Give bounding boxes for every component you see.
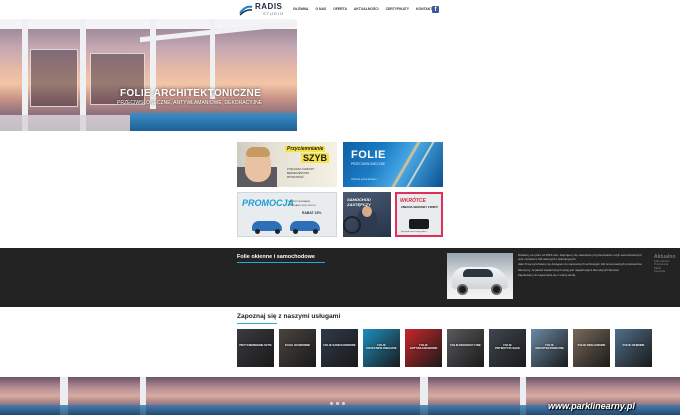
nav-item-news[interactable]: Aktualności: [354, 7, 379, 12]
news-line[interactable]: Promocja: [654, 270, 680, 273]
news-sidebar: Aktualno Folie okienne Przyciemnia Rabat…: [654, 254, 680, 274]
tile-line: Sprawdź nasz nowy adres: [401, 231, 427, 233]
logo[interactable]: RADIS STUDIO: [239, 3, 289, 17]
about-car-image: [447, 253, 513, 299]
car-wheel: [275, 229, 280, 234]
facebook-icon[interactable]: f: [432, 6, 439, 13]
hero-banner: FOLIE ARCHITEKTONICZNE PRZECIWSŁONECZNE,…: [0, 19, 297, 131]
tile-subtitle: ZMIANA SIEDZIBY FIRMY!: [401, 205, 439, 209]
light-streak: [403, 142, 435, 187]
light-streak: [388, 142, 421, 187]
hero-window: [30, 49, 78, 107]
slider-dots: [330, 402, 345, 405]
driver-head: [362, 206, 372, 217]
tile-line: PRYWATNOŚĆ: [287, 176, 304, 179]
service-tile[interactable]: Folie samochodowe: [321, 329, 358, 367]
tile-line: ZYSKUJESZ: KOMFORT: [287, 168, 315, 171]
logo-mark-icon: [239, 5, 253, 16]
service-label: Folie dekoracyjne: [450, 343, 481, 347]
service-label: Przyciemnianie szyb: [239, 343, 272, 347]
hero-title: FOLIE ARCHITEKTONICZNE: [120, 88, 262, 99]
tile-subtitle: PRZECIWSŁONECZNE: [351, 162, 386, 166]
services-title: Zapoznaj się z naszymi usługami: [237, 313, 341, 320]
car-wheel: [491, 284, 502, 295]
tile-heading: FOLIE: [351, 149, 386, 161]
nav-item-offer[interactable]: Oferta: [333, 7, 347, 12]
hero-pool: [130, 113, 297, 131]
service-tile[interactable]: Folie reklamowe: [573, 329, 610, 367]
service-tile[interactable]: Przyciemnianie szyb: [237, 329, 274, 367]
about-paragraph: Działamy na rynku od 2003 roku. Zajmujem…: [518, 253, 642, 261]
logo-sub: STUDIO: [263, 11, 285, 16]
about-paragraph: Zapraszamy do zapoznania się z naszą ofe…: [518, 273, 576, 278]
tile-heading: SZYB: [301, 153, 330, 163]
tile-heading: PROMOCJA: [242, 198, 295, 208]
slider-dot[interactable]: [342, 402, 345, 405]
about-paragraph: Wierzymy, że jakość świadczonych usług j…: [518, 267, 620, 272]
service-tile[interactable]: Folie przeciwsłoneczne: [363, 329, 400, 367]
child-hair: [246, 147, 270, 157]
service-label: Folie reklamowe: [577, 343, 606, 347]
service-label: Folie samochodowe: [323, 343, 356, 347]
title-underline: [237, 262, 325, 263]
watermark: www.parklinearny.pl: [548, 401, 635, 411]
service-label: Folie ochronne: [284, 343, 311, 347]
service-tile[interactable]: Folie antywłamaniowe: [405, 329, 442, 367]
service-label: Folie przeciwsłoneczne: [366, 343, 397, 351]
car-wheel: [457, 284, 468, 295]
promo-tile-sun-films[interactable]: FOLIE PRZECIWSŁONECZNE Ochrona przed sło…: [343, 142, 443, 187]
nav-item-certificates[interactable]: Certyfikaty: [386, 7, 409, 12]
nav-item-home[interactable]: Główna: [293, 7, 308, 12]
promo-tile-promotion[interactable]: PROMOCJA NA PRZYCIEMNIANIE SZYB SAMOCHOD…: [237, 192, 337, 237]
car-wheel: [255, 229, 260, 234]
logo-text: RADIS: [255, 2, 283, 11]
steering-wheel-icon: [343, 216, 361, 234]
nav-item-contact[interactable]: Kontakt: [416, 7, 432, 12]
service-tile[interactable]: Folie architektoniczne: [531, 329, 568, 367]
car-wheel: [293, 229, 298, 234]
about-text: Działamy na rynku od 2003 roku. Zajmujem…: [518, 253, 644, 280]
tile-line: SZYB SAMOCHODOWYCH: [288, 205, 316, 207]
promo-tile-replacement-car[interactable]: SAMOCHÓD ZASTĘPCZY: [343, 192, 391, 237]
service-label: Folie architektoniczne: [535, 343, 564, 351]
car-wheel: [313, 229, 318, 234]
service-label: Folie antywłamaniowe: [409, 343, 438, 351]
main-nav: Główna O nas Oferta Aktualności Certyfik…: [293, 7, 439, 12]
company-logo-box: [409, 219, 429, 229]
about-title: Folie okienne i samochodowe: [237, 254, 315, 260]
slider-dot[interactable]: [336, 402, 339, 405]
page: RADIS STUDIO Główna O nas Oferta Aktualn…: [0, 0, 680, 415]
car-glass: [463, 269, 493, 277]
promo-tile-tinting[interactable]: Przyciemnianie SZYB ZYSKUJESZ: KOMFORT B…: [237, 142, 337, 187]
discount-label: RABAT 15%: [302, 211, 322, 215]
service-label: Folie okienne: [622, 343, 645, 347]
nav-item-about[interactable]: O nas: [315, 7, 326, 12]
site-header: RADIS STUDIO Główna O nas Oferta Aktualn…: [0, 0, 680, 19]
tile-line: BEZPIECZEŃSTWO: [287, 172, 310, 175]
hero-subtitle: PRZECIWSŁONECZNE, ANTYWŁAMANIOWE, DEKORA…: [117, 100, 263, 106]
service-tile[interactable]: Folie ochronne: [279, 329, 316, 367]
tile-heading: WKRÓTCE: [400, 198, 426, 204]
service-tile[interactable]: Folie okienne: [615, 329, 652, 367]
tile-line: NA PRZYCIEMNIANIE: [288, 201, 311, 203]
title-underline: [237, 323, 277, 324]
slider-dot[interactable]: [330, 402, 333, 405]
hero-pillar: [210, 19, 215, 99]
tile-line: Ochrona przed słońcem: [351, 178, 377, 181]
service-tile[interactable]: Folie dekoracyjne: [447, 329, 484, 367]
promo-tile-relocation[interactable]: WKRÓTCE ZMIANA SIEDZIBY FIRMY! Sprawdź n…: [395, 192, 443, 237]
service-label: Folie prywatyzujące: [495, 343, 520, 351]
tile-title: Przyciemnianie: [285, 146, 326, 152]
about-paragraph: Jako firma wyróżniamy się dostępem do na…: [518, 262, 643, 267]
service-tile[interactable]: Folie prywatyzujące: [489, 329, 526, 367]
